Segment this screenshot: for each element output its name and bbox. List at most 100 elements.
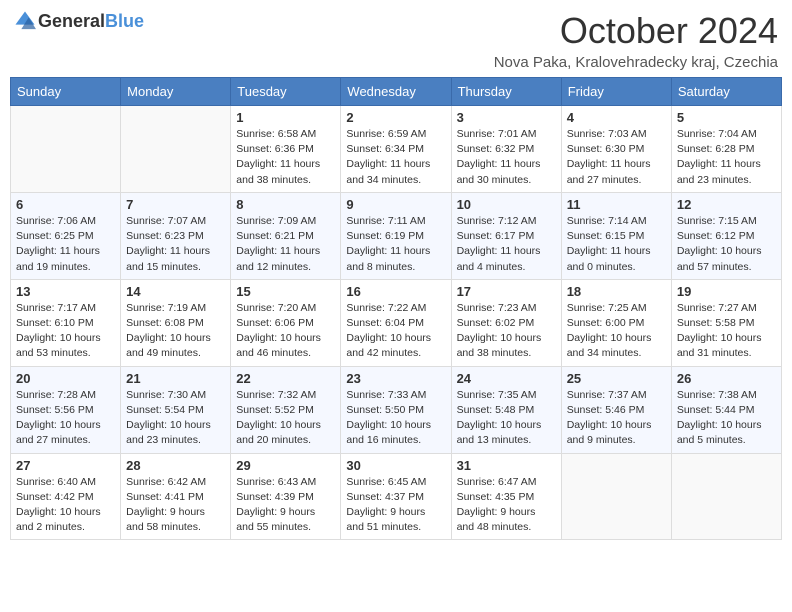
weekday-header-tuesday: Tuesday (231, 78, 341, 106)
day-number: 14 (126, 284, 225, 299)
location-subtitle: Nova Paka, Kralovehradecky kraj, Czechia (494, 54, 778, 71)
day-number: 12 (677, 197, 776, 212)
calendar-cell (11, 106, 121, 193)
day-detail: Sunrise: 6:58 AMSunset: 6:36 PMDaylight:… (236, 127, 335, 188)
day-number: 3 (457, 110, 556, 125)
day-number: 24 (457, 371, 556, 386)
calendar-week-row: 1 Sunrise: 6:58 AMSunset: 6:36 PMDaylight… (11, 106, 782, 193)
calendar-week-row: 6Sunrise: 7:06 AMSunset: 6:25 PMDaylight… (11, 192, 782, 279)
logo-blue-text: Blue (105, 11, 144, 31)
day-detail: Sunrise: 7:15 AMSunset: 6:12 PMDaylight:… (677, 214, 776, 275)
weekday-header-saturday: Saturday (671, 78, 781, 106)
calendar-cell: 27Sunrise: 6:40 AMSunset: 4:42 PMDayligh… (11, 453, 121, 540)
calendar-cell: 29 Sunrise: 6:43 AMSunset: 4:39 PMDayligh… (231, 453, 341, 540)
calendar-cell: 2 Sunrise: 6:59 AMSunset: 6:34 PMDaylight… (341, 106, 451, 193)
day-number: 9 (346, 197, 445, 212)
day-detail: Sunrise: 7:22 AMSunset: 6:04 PMDaylight:… (346, 301, 445, 362)
calendar-cell: 11Sunrise: 7:14 AMSunset: 6:15 PMDayligh… (561, 192, 671, 279)
calendar-week-row: 20 Sunrise: 7:28 AMSunset: 5:56 PMDayligh… (11, 366, 782, 453)
day-number: 23 (346, 371, 445, 386)
calendar-cell: 19Sunrise: 7:27 AMSunset: 5:58 PMDayligh… (671, 279, 781, 366)
day-detail: Sunrise: 6:42 AMSunset: 4:41 PMDaylight:… (126, 475, 225, 536)
day-number: 4 (567, 110, 666, 125)
calendar-cell: 3 Sunrise: 7:01 AMSunset: 6:32 PMDaylight… (451, 106, 561, 193)
calendar-cell: 14 Sunrise: 7:19 AMSunset: 6:08 PMDayligh… (121, 279, 231, 366)
weekday-header-sunday: Sunday (11, 78, 121, 106)
calendar-cell: 13 Sunrise: 7:17 AMSunset: 6:10 PMDayligh… (11, 279, 121, 366)
logo-general-text: General (38, 11, 105, 31)
day-detail: Sunrise: 7:19 AMSunset: 6:08 PMDaylight:… (126, 301, 225, 362)
calendar-cell: 16 Sunrise: 7:22 AMSunset: 6:04 PMDayligh… (341, 279, 451, 366)
day-detail: Sunrise: 7:09 AMSunset: 6:21 PMDaylight:… (236, 214, 335, 275)
calendar-cell (561, 453, 671, 540)
logo-icon (14, 10, 36, 32)
day-number: 22 (236, 371, 335, 386)
calendar-cell: 9 Sunrise: 7:11 AMSunset: 6:19 PMDaylight… (341, 192, 451, 279)
day-detail: Sunrise: 7:37 AMSunset: 5:46 PMDaylight:… (567, 388, 666, 449)
day-detail: Sunrise: 7:23 AMSunset: 6:02 PMDaylight:… (457, 301, 556, 362)
calendar-cell: 6Sunrise: 7:06 AMSunset: 6:25 PMDaylight… (11, 192, 121, 279)
calendar-cell: 24Sunrise: 7:35 AMSunset: 5:48 PMDayligh… (451, 366, 561, 453)
day-detail: Sunrise: 7:11 AMSunset: 6:19 PMDaylight:… (346, 214, 445, 275)
day-number: 1 (236, 110, 335, 125)
day-number: 7 (126, 197, 225, 212)
calendar-cell: 17 Sunrise: 7:23 AMSunset: 6:02 PMDayligh… (451, 279, 561, 366)
day-detail: Sunrise: 6:43 AMSunset: 4:39 PMDaylight:… (236, 475, 335, 536)
day-detail: Sunrise: 7:30 AMSunset: 5:54 PMDaylight:… (126, 388, 225, 449)
day-number: 25 (567, 371, 666, 386)
calendar-cell: 30 Sunrise: 6:45 AMSunset: 4:37 PMDayligh… (341, 453, 451, 540)
day-number: 28 (126, 458, 225, 473)
day-detail: Sunrise: 7:32 AMSunset: 5:52 PMDaylight:… (236, 388, 335, 449)
calendar-cell: 23 Sunrise: 7:33 AMSunset: 5:50 PMDayligh… (341, 366, 451, 453)
weekday-header-monday: Monday (121, 78, 231, 106)
day-detail: Sunrise: 7:03 AMSunset: 6:30 PMDaylight:… (567, 127, 666, 188)
day-number: 30 (346, 458, 445, 473)
day-detail: Sunrise: 7:12 AMSunset: 6:17 PMDaylight:… (457, 214, 556, 275)
day-number: 10 (457, 197, 556, 212)
day-number: 21 (126, 371, 225, 386)
calendar-cell: 12 Sunrise: 7:15 AMSunset: 6:12 PMDayligh… (671, 192, 781, 279)
calendar-cell: 1 Sunrise: 6:58 AMSunset: 6:36 PMDaylight… (231, 106, 341, 193)
day-detail: Sunrise: 7:33 AMSunset: 5:50 PMDaylight:… (346, 388, 445, 449)
calendar-week-row: 13 Sunrise: 7:17 AMSunset: 6:10 PMDayligh… (11, 279, 782, 366)
weekday-header-wednesday: Wednesday (341, 78, 451, 106)
weekday-header-row: SundayMondayTuesdayWednesdayThursdayFrid… (11, 78, 782, 106)
day-detail: Sunrise: 6:47 AMSunset: 4:35 PMDaylight:… (457, 475, 556, 536)
calendar-week-row: 27Sunrise: 6:40 AMSunset: 4:42 PMDayligh… (11, 453, 782, 540)
calendar-cell (121, 106, 231, 193)
calendar-cell: 15Sunrise: 7:20 AMSunset: 6:06 PMDayligh… (231, 279, 341, 366)
day-number: 15 (236, 284, 335, 299)
month-title: October 2024 (494, 10, 778, 52)
weekday-header-friday: Friday (561, 78, 671, 106)
day-detail: Sunrise: 7:17 AMSunset: 6:10 PMDaylight:… (16, 301, 115, 362)
day-detail: Sunrise: 7:14 AMSunset: 6:15 PMDaylight:… (567, 214, 666, 275)
calendar-cell: 18Sunrise: 7:25 AMSunset: 6:00 PMDayligh… (561, 279, 671, 366)
day-number: 18 (567, 284, 666, 299)
calendar-table: SundayMondayTuesdayWednesdayThursdayFrid… (10, 77, 782, 540)
day-detail: Sunrise: 7:04 AMSunset: 6:28 PMDaylight:… (677, 127, 776, 188)
day-detail: Sunrise: 6:59 AMSunset: 6:34 PMDaylight:… (346, 127, 445, 188)
day-number: 13 (16, 284, 115, 299)
day-number: 2 (346, 110, 445, 125)
day-number: 20 (16, 371, 115, 386)
day-number: 29 (236, 458, 335, 473)
calendar-cell: 26Sunrise: 7:38 AMSunset: 5:44 PMDayligh… (671, 366, 781, 453)
day-number: 6 (16, 197, 115, 212)
calendar-cell: 4 Sunrise: 7:03 AMSunset: 6:30 PMDaylight… (561, 106, 671, 193)
day-number: 17 (457, 284, 556, 299)
calendar-cell: 10 Sunrise: 7:12 AMSunset: 6:17 PMDayligh… (451, 192, 561, 279)
day-number: 19 (677, 284, 776, 299)
calendar-cell (671, 453, 781, 540)
day-number: 31 (457, 458, 556, 473)
calendar-cell: 28 Sunrise: 6:42 AMSunset: 4:41 PMDayligh… (121, 453, 231, 540)
day-number: 5 (677, 110, 776, 125)
day-detail: Sunrise: 6:45 AMSunset: 4:37 PMDaylight:… (346, 475, 445, 536)
day-number: 16 (346, 284, 445, 299)
calendar-cell: 5 Sunrise: 7:04 AMSunset: 6:28 PMDaylight… (671, 106, 781, 193)
calendar-cell: 25 Sunrise: 7:37 AMSunset: 5:46 PMDayligh… (561, 366, 671, 453)
day-detail: Sunrise: 6:40 AMSunset: 4:42 PMDaylight:… (16, 475, 115, 536)
day-number: 8 (236, 197, 335, 212)
day-detail: Sunrise: 7:01 AMSunset: 6:32 PMDaylight:… (457, 127, 556, 188)
calendar-cell: 31 Sunrise: 6:47 AMSunset: 4:35 PMDayligh… (451, 453, 561, 540)
day-detail: Sunrise: 7:28 AMSunset: 5:56 PMDaylight:… (16, 388, 115, 449)
